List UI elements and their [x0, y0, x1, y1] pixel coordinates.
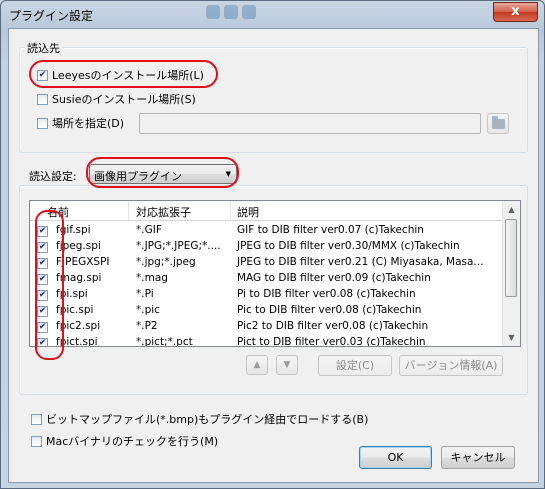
checkbox-icon[interactable]	[31, 413, 42, 425]
scrollbar-thumb[interactable]	[505, 219, 517, 297]
plugin-row[interactable]: fmag.spi *.mag MAG to DIB filter ver0.09…	[30, 271, 431, 287]
checkbox-icon[interactable]	[37, 241, 48, 253]
leeyes-location-option[interactable]: Leeyesのインストール場所(L)	[37, 67, 204, 83]
window-title: プラグイン設定	[9, 9, 94, 23]
plugin-description: JPEG to DIB filter ver0.30/MMX (c)Takech…	[237, 240, 460, 252]
checkbox-icon[interactable]	[37, 337, 48, 346]
plugin-list[interactable]: 名前 対応拡張子 説明 fgif.spi *.GIF GIF to DIB fi…	[29, 200, 521, 347]
plugin-row[interactable]: fjpeg.spi *.JPG;*.JPEG;*.... JPEG to DIB…	[30, 239, 460, 255]
column-separator[interactable]	[128, 201, 129, 220]
plugin-extension: *.jpg;*.jpeg	[136, 256, 196, 268]
plugin-name: fpic.spi	[56, 304, 94, 316]
scroll-up-icon[interactable]: ▲	[503, 201, 520, 218]
settings-button[interactable]: 設定(C)	[318, 355, 392, 376]
plugin-name: fmag.spi	[56, 272, 102, 284]
leeyes-location-label: Leeyesのインストール場所(L)	[52, 69, 204, 82]
custom-location-option[interactable]: 場所を指定(D)	[37, 115, 124, 131]
dialog-body: 読込先 Leeyesのインストール場所(L) Susieのインストール場所(S)…	[8, 28, 539, 483]
plugin-type-combo-value: 画像用プラグイン	[94, 170, 182, 183]
checkbox-icon[interactable]	[37, 93, 48, 105]
plugin-description: Pic to DIB filter ver0.08 (c)Takechin	[237, 304, 422, 316]
column-header-description[interactable]: 説明	[237, 204, 259, 220]
plugin-extension: *.JPG;*.JPEG;*....	[136, 240, 221, 252]
move-up-button[interactable]: ▲	[246, 355, 268, 375]
plugin-row[interactable]: fpi.spi *.Pi Pi to DIB filter ver0.08 (c…	[30, 287, 416, 303]
susie-location-option[interactable]: Susieのインストール場所(S)	[37, 91, 196, 107]
plugin-settings-dialog: プラグイン設定 x 読込先 Leeyesのインストール場所(L) Susieのイ…	[0, 0, 545, 489]
column-header-name[interactable]: 名前	[47, 204, 69, 220]
plugin-extension: *.pic	[136, 304, 160, 316]
plugin-description: GIF to DIB filter ver0.07 (c)Takechin	[237, 224, 424, 236]
background-app-icon	[224, 5, 238, 19]
plugin-description: Pict to DIB filter ver0.03 (c)Takechin	[237, 336, 426, 347]
plugin-row[interactable]: fpic.spi *.pic Pic to DIB filter ver0.08…	[30, 303, 421, 319]
cancel-button[interactable]: キャンセル	[441, 446, 515, 469]
bitmap-via-plugin-label: ビットマップファイル(*.bmp)もプラグイン経由でロードする(B)	[46, 413, 369, 426]
plugin-row[interactable]: fpic2.spi *.P2 Pic2 to DIB filter ver0.0…	[30, 319, 428, 335]
mac-binary-check-option[interactable]: Macバイナリのチェックを行う(M)	[31, 433, 218, 449]
plugin-row[interactable]: fgif.spi *.GIF GIF to DIB filter ver0.07…	[30, 223, 424, 239]
plugin-description: Pic2 to DIB filter ver0.08 (c)Takechin	[237, 320, 429, 332]
checkbox-icon[interactable]	[37, 225, 48, 237]
plugin-type-combo[interactable]: 画像用プラグイン ▼	[89, 164, 237, 184]
custom-path-input[interactable]	[139, 113, 481, 134]
title-bar[interactable]: プラグイン設定 x	[1, 1, 544, 27]
scroll-down-icon[interactable]: ▼	[503, 329, 520, 346]
plugin-extension: *.pict;*.pct	[136, 336, 193, 347]
move-down-button[interactable]: ▼	[276, 355, 298, 375]
plugin-extension: *.GIF	[136, 224, 162, 236]
version-info-button[interactable]: バージョン情報(A)	[399, 355, 503, 376]
settings-group-label: 読込設定:	[27, 168, 79, 184]
column-header-extension[interactable]: 対応拡張子	[136, 204, 191, 220]
checkbox-icon[interactable]	[37, 273, 48, 285]
plugin-description: MAG to DIB filter ver0.09 (c)Takechin	[237, 272, 431, 284]
plugin-name: FJPEGXSPI	[56, 256, 110, 268]
susie-location-label: Susieのインストール場所(S)	[52, 93, 196, 106]
folder-icon	[491, 115, 505, 129]
checkbox-icon[interactable]	[37, 305, 48, 317]
plugin-description: JPEG to DIB filter ver0.21 (C) Miyasaka,…	[237, 256, 484, 268]
checkbox-icon[interactable]	[37, 257, 48, 269]
plugin-name: fjpeg.spi	[56, 240, 101, 252]
plugin-name: fpic2.spi	[56, 320, 101, 332]
plugin-name: fgif.spi	[56, 224, 91, 236]
background-app-icon	[206, 5, 220, 19]
checkbox-icon[interactable]	[37, 117, 48, 129]
plugin-extension: *.Pi	[136, 288, 154, 300]
mac-binary-check-label: Macバイナリのチェックを行う(M)	[46, 435, 219, 448]
plugin-extension: *.P2	[136, 320, 158, 332]
chevron-down-icon: ▼	[225, 170, 231, 178]
plugin-extension: *.mag	[136, 272, 168, 284]
background-taskbar-icons	[206, 5, 256, 19]
browse-folder-button[interactable]	[487, 113, 509, 134]
checkbox-icon[interactable]	[31, 435, 42, 447]
plugin-row[interactable]: fpict.spi *.pict;*.pct Pict to DIB filte…	[30, 335, 426, 346]
close-button[interactable]: x	[493, 2, 538, 22]
source-group-label: 読込先	[25, 40, 62, 56]
plugin-list-header: 名前 対応拡張子 説明	[30, 201, 503, 221]
column-separator[interactable]	[230, 201, 231, 220]
plugin-name: fpi.spi	[56, 288, 88, 300]
ok-button[interactable]: OK	[359, 446, 432, 469]
plugin-name: fpict.spi	[56, 336, 98, 347]
checkbox-icon[interactable]	[37, 321, 48, 333]
bitmap-via-plugin-option[interactable]: ビットマップファイル(*.bmp)もプラグイン経由でロードする(B)	[31, 411, 368, 427]
checkbox-icon[interactable]	[37, 69, 48, 81]
custom-location-label: 場所を指定(D)	[52, 117, 125, 130]
plugin-row[interactable]: FJPEGXSPI *.jpg;*.jpeg JPEG to DIB filte…	[30, 255, 483, 271]
plugin-list-scrollbar[interactable]: ▲ ▼	[502, 201, 520, 346]
checkbox-icon[interactable]	[37, 289, 48, 301]
plugin-description: Pi to DIB filter ver0.08 (c)Takechin	[237, 288, 416, 300]
background-app-icon	[242, 5, 256, 19]
